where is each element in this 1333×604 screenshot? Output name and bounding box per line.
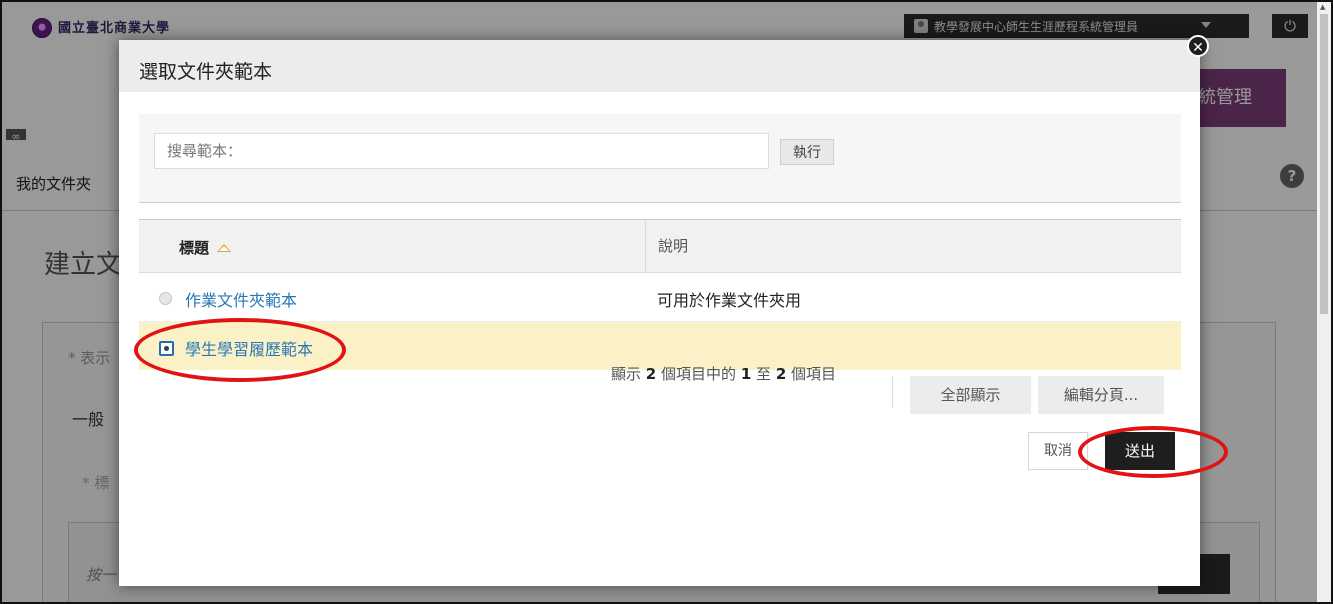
select-template-dialog: 選取文件夾範本 執行 標題 說明 作業文件夾範本 可用於作業文件夾用 學生學習履… (119, 40, 1200, 586)
column-header-title[interactable]: 標題 (179, 237, 232, 258)
table-header: 標題 說明 (139, 219, 1181, 273)
dialog-title: 選取文件夾範本 (139, 61, 273, 83)
show-all-button[interactable]: 全部顯示 (910, 376, 1031, 414)
pager-divider (892, 376, 893, 408)
table-row[interactable]: 作業文件夾範本 可用於作業文件夾用 (139, 273, 1181, 322)
submit-button[interactable]: 送出 (1105, 432, 1175, 470)
column-title-label: 標題 (179, 239, 210, 257)
column-header-description[interactable]: 說明 (645, 220, 1178, 272)
close-icon[interactable]: ✕ (1187, 35, 1209, 57)
pager-to: 2 (775, 365, 787, 383)
run-search-button[interactable]: 執行 (780, 139, 834, 165)
pager-prefix: 顯示 (611, 365, 642, 383)
scroll-up-icon[interactable]: ▲ (1320, 3, 1325, 11)
scrollbar-thumb[interactable] (1320, 14, 1328, 314)
pager-middle: 個項目中的 (661, 365, 737, 383)
sort-asc-icon (217, 243, 232, 252)
pager-to-word: 至 (756, 365, 772, 383)
search-area: 執行 (139, 114, 1181, 203)
pager-suffix: 個項目 (791, 365, 837, 383)
row-radio-button-selected[interactable] (159, 341, 174, 356)
row-radio-button[interactable] (159, 292, 172, 305)
row-description: 可用於作業文件夾用 (657, 291, 802, 310)
cancel-button[interactable]: 取消 (1028, 432, 1088, 470)
pager-total: 2 (645, 365, 657, 383)
edit-paging-button[interactable]: 編輯分頁... (1038, 376, 1164, 414)
search-input[interactable] (154, 133, 769, 169)
pager-from: 1 (740, 365, 752, 383)
row-title-link[interactable]: 作業文件夾範本 (185, 287, 297, 311)
dialog-header: 選取文件夾範本 (119, 40, 1200, 92)
template-table: 標題 說明 作業文件夾範本 可用於作業文件夾用 學生學習履歷範本 (139, 219, 1181, 370)
pager-summary: 顯示 2 個項目中的 1 至 2 個項目 (611, 363, 836, 384)
row-title-link[interactable]: 學生學習履歷範本 (185, 336, 313, 360)
